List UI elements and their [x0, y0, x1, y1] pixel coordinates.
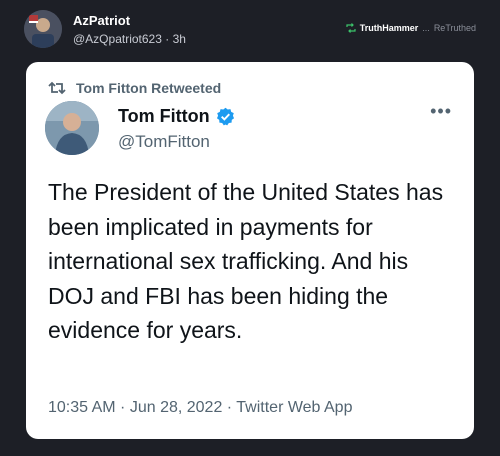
author-name[interactable]: AzPatriot: [73, 13, 130, 28]
retruth-label: ReTruthed: [433, 23, 476, 33]
tweet-avatar-image: [45, 101, 99, 155]
tweet-meta[interactable]: 10:35 AM · Jun 28, 2022 · Twitter Web Ap…: [48, 399, 352, 417]
author-avatar[interactable]: [24, 10, 62, 48]
tweet-author-name-row: Tom Fitton: [118, 106, 235, 127]
retruth-ellipsis: ...: [422, 23, 430, 33]
avatar-image: [24, 10, 62, 48]
retweet-icon: [48, 81, 66, 95]
retruth-user[interactable]: TruthHammer: [360, 23, 419, 33]
tweet-author-avatar[interactable]: [45, 101, 99, 155]
separator: ·: [165, 32, 170, 46]
author-handle-line: @AzQpatriot623 · 3h: [73, 32, 186, 46]
retweet-label: Tom Fitton Retweeted: [76, 80, 222, 96]
tweet-author-name[interactable]: Tom Fitton: [118, 106, 210, 127]
author-handle[interactable]: @AzQpatriot623: [73, 32, 162, 46]
verified-badge-icon: [216, 107, 234, 126]
tweet-author-handle[interactable]: @TomFitton: [118, 132, 210, 152]
retruth-icon: [346, 23, 356, 33]
embedded-tweet-card[interactable]: Tom Fitton Retweeted Tom Fitton @TomFitt…: [26, 62, 474, 439]
time-ago: 3h: [172, 32, 186, 46]
more-options-icon[interactable]: •••: [430, 102, 452, 120]
retruth-info: TruthHammer ... ReTruthed: [346, 23, 476, 33]
tweet-text: The President of the United States has b…: [48, 179, 444, 343]
retweet-line: Tom Fitton Retweeted: [48, 80, 221, 96]
post-header: AzPatriot @AzQpatriot623 · 3h TruthHamme…: [0, 0, 500, 60]
